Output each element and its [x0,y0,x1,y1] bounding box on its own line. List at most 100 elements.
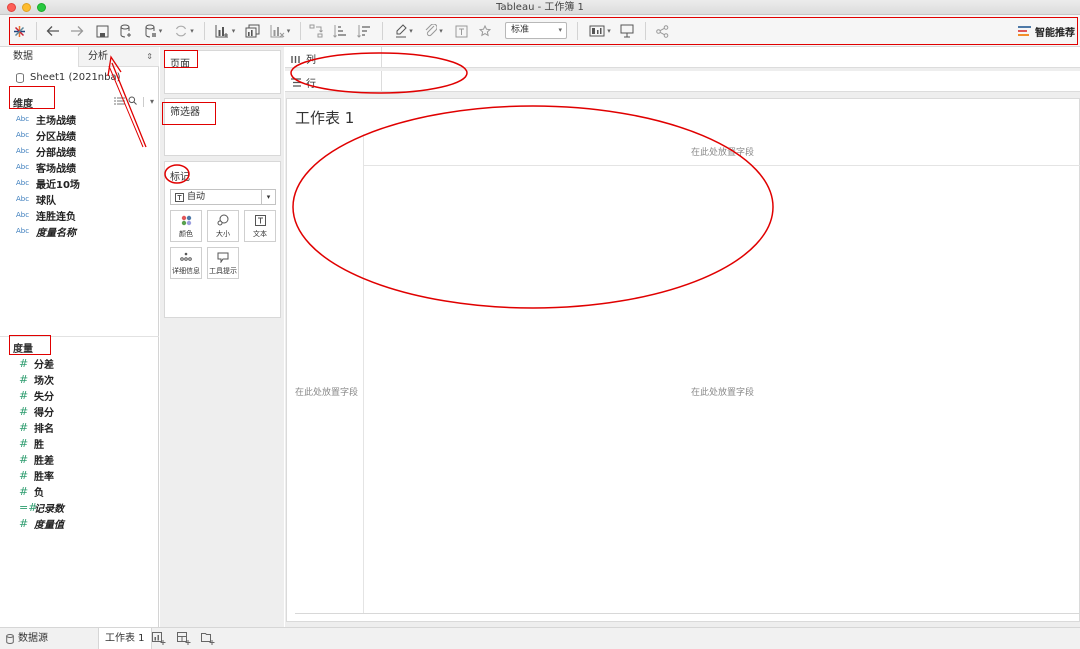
columns-drop-area[interactable] [381,47,1080,67]
field-item[interactable]: Abc 分部战绩 [0,143,159,159]
rows-drop-area[interactable] [381,71,1080,91]
group-icon[interactable]: ▾ [421,21,447,41]
field-item[interactable]: # 失分 [0,387,159,403]
new-worksheet-tab-icon[interactable] [152,632,166,645]
chevron-down-icon: ▾ [261,190,275,204]
share-icon[interactable] [653,21,671,41]
drop-field-hint-rows[interactable]: 在此处放置字段 [295,385,358,398]
new-story-tab-icon[interactable] [201,632,215,645]
duplicate-sheet-icon[interactable] [243,21,261,41]
field-item[interactable]: Abc 球队 [0,191,159,207]
field-item[interactable]: # 场次 [0,371,159,387]
tooltip-icon [217,251,229,264]
swap-icon[interactable] [307,21,325,41]
toolbar-separator [577,22,578,40]
pause-updates-icon[interactable]: ▾ [140,21,166,41]
measures-title: 度量 [13,344,33,355]
field-item[interactable]: # 负 [0,483,159,499]
sort-ascending-icon[interactable] [331,21,349,41]
field-name: 排名 [34,423,54,435]
text-button[interactable]: 文本 [244,210,276,242]
filters-card[interactable]: 筛选器 [164,98,281,156]
field-item[interactable]: # 得分 [0,403,159,419]
string-type-icon: Abc [16,227,30,235]
pane-menu-icon[interactable]: ⇕ [146,52,153,61]
field-item[interactable]: Abc 主场战绩 [0,111,159,127]
label-icon[interactable] [452,21,470,41]
color-button[interactable]: 颜色 [170,210,202,242]
tab-analysis[interactable]: 分析 [80,47,140,67]
detail-button[interactable]: 详细信息 [170,247,202,279]
chevron-down-icon: ▾ [558,26,562,34]
field-item[interactable]: Abc 客场战绩 [0,159,159,175]
worksheet-view[interactable]: 工作表 1 在此处放置字段 在此处放置字段 在此处放置字段 [286,98,1080,622]
number-type-icon: # [19,468,29,482]
color-icon [181,214,192,227]
field-item[interactable]: Abc 最近10场 [0,175,159,191]
pin-icon[interactable] [476,21,494,41]
cards-column: 页面 筛选器 标记 自动 ▾ 颜色 大小 文本 详细信息 工具提示 [160,47,284,627]
toolbar-separator [204,22,205,40]
field-item[interactable]: Abc 连胜连负 [0,207,159,223]
field-item[interactable]: # 胜差 [0,451,159,467]
field-name: 失分 [34,391,54,403]
number-type-icon: # [19,516,29,530]
row-header-divider [363,134,364,614]
field-item[interactable]: # 胜 [0,435,159,451]
zoom-window-button[interactable] [37,3,46,12]
tab-data[interactable]: 数据 [0,47,79,67]
show-me-button[interactable]: 智能推荐 [1018,24,1075,39]
field-item[interactable]: # 度量值 [0,515,159,531]
new-dashboard-tab-icon[interactable] [177,632,191,645]
close-window-button[interactable] [7,3,16,12]
redo-icon[interactable] [68,21,86,41]
field-name: 记录数 [34,503,64,515]
field-item[interactable]: Abc 分区战绩 [0,127,159,143]
new-datasource-icon[interactable] [117,21,135,41]
highlight-icon[interactable]: ▾ [391,21,417,41]
new-worksheet-icon[interactable]: ▾ [211,21,239,41]
refresh-icon[interactable]: ▾ [170,21,198,41]
datasource-tab[interactable]: 数据源 [6,628,48,649]
tooltip-button[interactable]: 工具提示 [207,247,239,279]
datasource-name: Sheet1 (2021nba) [30,72,121,83]
text-mark-icon [175,192,184,202]
field-item[interactable]: # 分差 [0,355,159,371]
number-type-icon: # [19,356,29,370]
mark-type-dropdown[interactable]: 自动 ▾ [170,189,276,205]
drop-field-hint-center[interactable]: 在此处放置字段 [691,385,754,398]
presentation-icon[interactable] [618,21,636,41]
field-name: 度量值 [34,519,64,531]
minimize-window-button[interactable] [22,3,31,12]
undo-icon[interactable] [44,21,62,41]
pages-card[interactable]: 页面 [164,50,281,94]
string-type-icon: Abc [16,147,30,155]
field-item[interactable]: Abc 度量名称 [0,223,159,239]
sheet-title[interactable]: 工作表 1 [295,107,354,128]
string-type-icon: Abc [16,115,30,123]
string-type-icon: Abc [16,163,30,171]
datasource-item[interactable]: Sheet1 (2021nba) [16,72,121,83]
clear-sheet-icon[interactable]: ▾ [266,21,294,41]
field-name: 胜 [34,439,44,451]
field-item[interactable]: # 胜率 [0,467,159,483]
size-button[interactable]: 大小 [207,210,239,242]
drop-field-hint-columns[interactable]: 在此处放置字段 [691,145,754,158]
string-type-icon: Abc [16,131,30,139]
number-type-icon: # [19,388,29,402]
number-type-icon: =# [19,500,38,514]
field-name: 场次 [34,375,54,387]
search-icon[interactable] [128,96,137,107]
toolbar-separator [300,22,301,40]
sheet-tab-active[interactable]: 工作表 1 [98,628,152,649]
show-cards-icon[interactable]: ▾ [586,21,614,41]
tableau-window: Tableau - 工作簿 1 ▾ ▾ ▾ ▾ ▾ ▾ 标准 ▾ ▾ 智能推荐 … [0,0,1080,649]
database-icon [16,72,24,83]
fit-dropdown[interactable]: 标准 ▾ [505,22,567,39]
sort-descending-icon[interactable] [355,21,373,41]
field-item[interactable]: # 排名 [0,419,159,435]
save-icon[interactable] [93,21,111,41]
view-options-icon[interactable] [114,97,125,107]
field-item[interactable]: =# 记录数 [0,499,159,515]
chevron-down-icon[interactable]: ▾ [150,97,154,106]
